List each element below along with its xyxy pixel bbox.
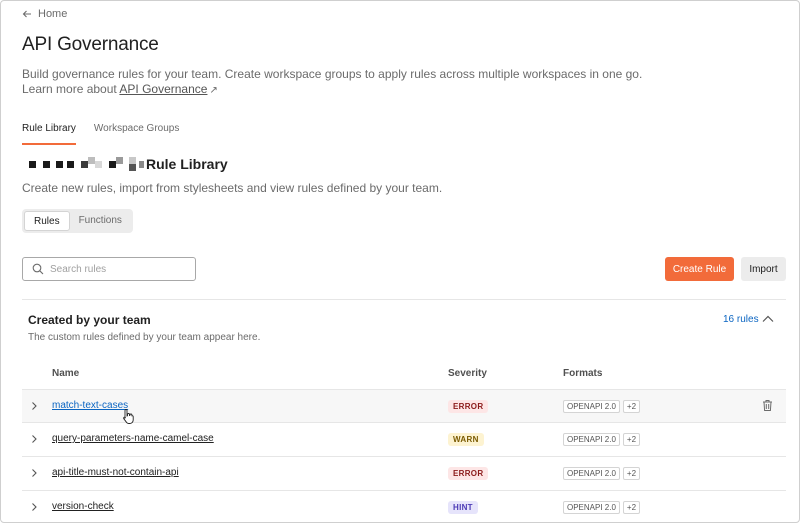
group-description: The custom rules defined by your team ap… [28, 332, 261, 343]
format-list: OPENAPI 2.0 +2 [563, 400, 641, 413]
segment-rules[interactable]: Rules [24, 211, 70, 231]
hand-pointer-icon [123, 409, 134, 424]
severity-badge: WARN [448, 433, 484, 446]
format-list: OPENAPI 2.0 +2 [563, 467, 641, 480]
format-chip: OPENAPI 2.0 [563, 433, 620, 446]
import-button[interactable]: Import [741, 257, 786, 281]
learn-more-prefix: Learn more about [22, 82, 117, 96]
chevron-right-icon[interactable] [30, 468, 38, 478]
redacted-team-name [22, 157, 144, 171]
group-title: Created by your team [28, 313, 151, 327]
segment-functions[interactable]: Functions [70, 211, 131, 231]
library-title: Rule Library [22, 156, 228, 172]
severity-badge: HINT [448, 501, 478, 514]
rule-name-link[interactable]: query-parameters-name-camel-case [52, 433, 214, 444]
library-description: Create new rules, import from stylesheet… [22, 181, 443, 195]
create-rule-button[interactable]: Create Rule [665, 257, 734, 281]
format-more-chip: +2 [622, 467, 641, 480]
chevron-right-icon[interactable] [30, 401, 38, 411]
back-link[interactable]: Home [22, 8, 67, 20]
format-more-chip: +2 [622, 400, 641, 413]
search-icon [32, 263, 44, 275]
search-input[interactable] [50, 263, 180, 275]
tab-workspace-groups[interactable]: Workspace Groups [94, 121, 179, 145]
tab-rule-library[interactable]: Rule Library [22, 121, 76, 145]
format-list: OPENAPI 2.0 +2 [563, 433, 641, 446]
divider [22, 299, 786, 300]
format-chip: OPENAPI 2.0 [563, 467, 620, 480]
library-title-text: Rule Library [146, 156, 228, 172]
external-link-icon: ↗ [209, 85, 218, 96]
table-row[interactable]: version-check HINT OPENAPI 2.0 +2 [22, 490, 786, 522]
format-chip: OPENAPI 2.0 [563, 501, 620, 514]
table-row[interactable]: api-title-must-not-contain-api ERROR OPE… [22, 456, 786, 489]
severity-badge: ERROR [448, 467, 489, 480]
column-header-formats: Formats [563, 368, 603, 379]
rule-name-link[interactable]: match-text-cases [52, 400, 128, 411]
format-more-chip: +2 [622, 433, 641, 446]
rule-name-link[interactable]: version-check [52, 501, 114, 512]
table-row[interactable]: query-parameters-name-camel-case WARN OP… [22, 422, 786, 455]
arrow-left-icon [22, 10, 31, 18]
chevron-right-icon[interactable] [30, 502, 38, 512]
format-list: OPENAPI 2.0 +2 [563, 501, 641, 514]
rule-name-link[interactable]: api-title-must-not-contain-api [52, 467, 179, 478]
page-title: API Governance [22, 34, 159, 55]
severity-badge: ERROR [448, 400, 489, 413]
tab-bar: Rule Library Workspace Groups [22, 121, 197, 145]
format-chip: OPENAPI 2.0 [563, 400, 620, 413]
learn-more: Learn more about API Governance ↗ [22, 81, 218, 99]
column-header-severity: Severity [448, 368, 487, 379]
rule-count-link[interactable]: 16 rules [723, 314, 759, 325]
view-toggle: Rules Functions [22, 209, 133, 233]
learn-more-link[interactable]: API Governance [119, 82, 207, 96]
format-more-chip: +2 [622, 501, 641, 514]
back-link-label: Home [38, 8, 68, 20]
column-header-name: Name [52, 368, 80, 379]
chevron-right-icon[interactable] [30, 434, 38, 444]
app-window: Home API Governance Build governance rul… [0, 0, 800, 523]
trash-icon[interactable] [762, 399, 773, 412]
search-box [22, 257, 196, 281]
table-row[interactable]: match-text-cases ERROR OPENAPI 2.0 +2 [22, 389, 786, 422]
chevron-up-icon[interactable] [761, 313, 775, 325]
